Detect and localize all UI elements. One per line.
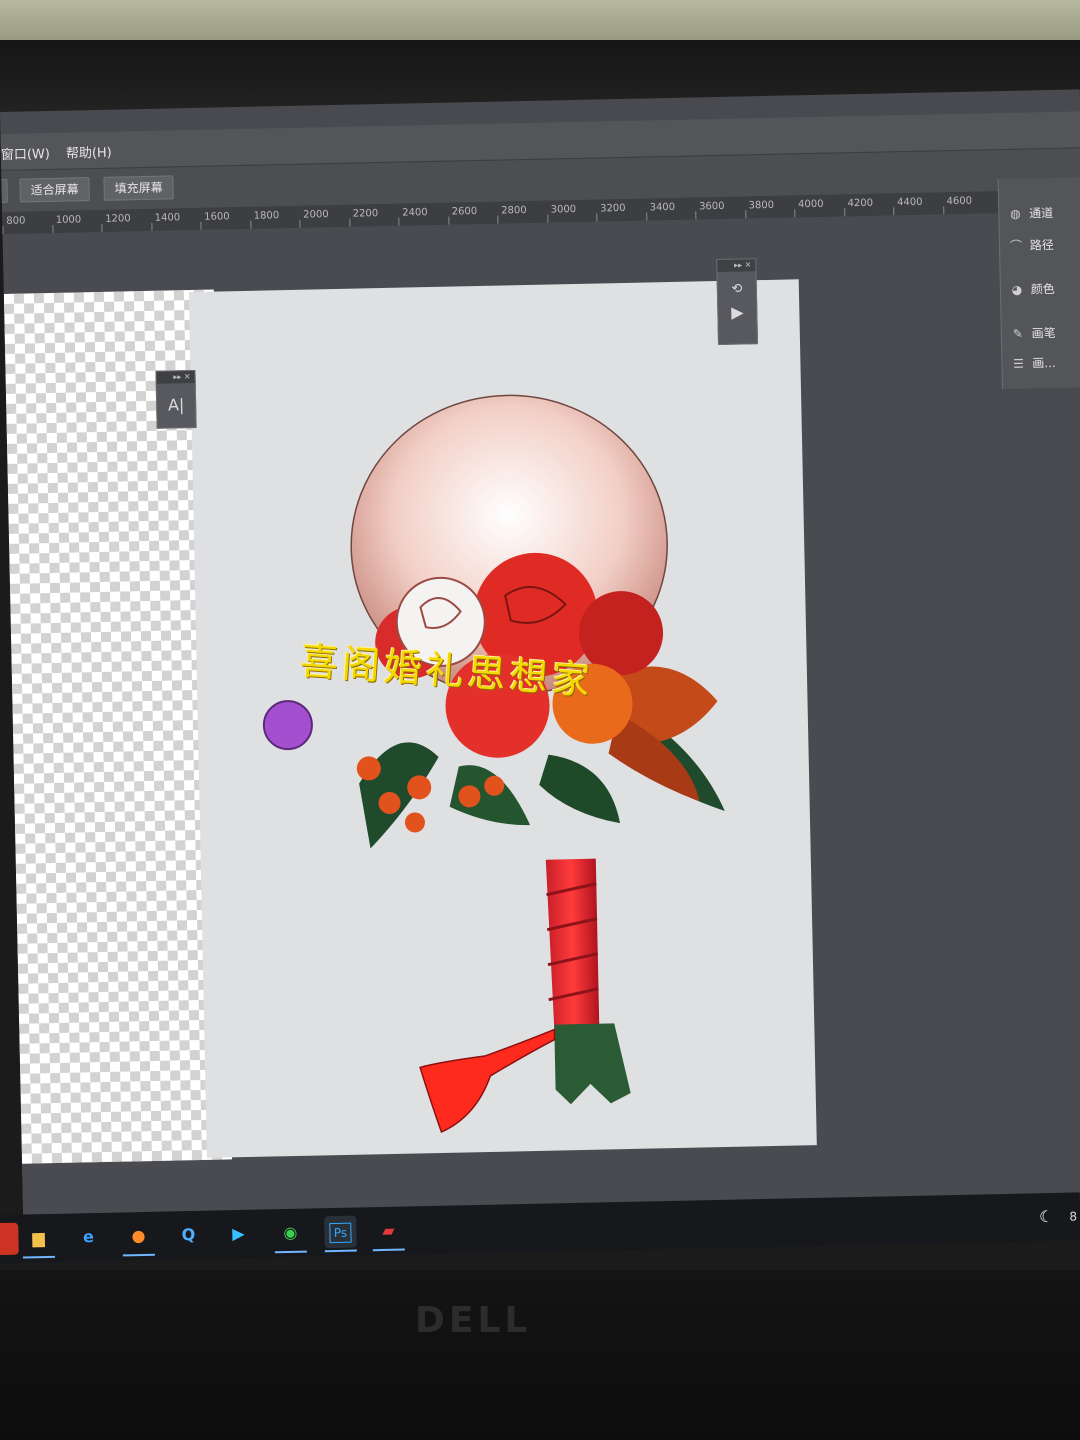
- app-icon-partial[interactable]: [0, 1222, 19, 1256]
- ruler-tick-mark: [596, 213, 598, 222]
- option-button-partial[interactable]: [0, 178, 8, 204]
- play-icon[interactable]: ▶: [718, 302, 756, 322]
- fill-screen-button[interactable]: 填充屏幕: [103, 175, 174, 201]
- search-q-icon[interactable]: Q: [172, 1219, 205, 1252]
- panel-item-brush[interactable]: ✎ 画笔: [1008, 324, 1056, 349]
- ruler-tick-mark: [546, 214, 548, 223]
- ruler-tick-mark: [150, 222, 153, 231]
- night-mode-icon[interactable]: ☾: [1036, 1201, 1057, 1233]
- ruler-tick-mark: [744, 210, 746, 219]
- red-app-icon[interactable]: ▰: [372, 1215, 405, 1252]
- text-tool-icon[interactable]: A|: [157, 395, 195, 415]
- panel-item-label: 路径: [1029, 237, 1055, 253]
- panel-item-brush-settings[interactable]: ☰ 画...: [1008, 354, 1056, 379]
- wechat-icon[interactable]: ◉: [274, 1217, 307, 1254]
- ruler-tick-mark: [398, 217, 400, 226]
- panel-item-paths[interactable]: ⌒ 路径: [1006, 236, 1054, 261]
- ruler-tick-mark: [101, 223, 103, 232]
- ruler-tick-mark: [447, 216, 449, 225]
- menu-window[interactable]: 窗口(W): [1, 143, 50, 163]
- panel-item-label: 画笔: [1031, 325, 1056, 341]
- ruler-tick-label: 1600: [204, 211, 230, 223]
- ruler-tick-label: 2600: [451, 206, 478, 218]
- ruler-tick-mark: [695, 211, 697, 220]
- ruler-tick-label: 1200: [105, 213, 131, 225]
- ruler-tick-mark: [299, 219, 301, 228]
- document-canvas[interactable]: [188, 279, 817, 1158]
- bouquet-illustration: [262, 394, 725, 1133]
- ruler-tick-label: 4600: [946, 195, 973, 208]
- ruler-tick-label: 1400: [154, 212, 181, 224]
- channels-icon: ◍: [1009, 206, 1021, 221]
- ruler-tick-label: 2200: [352, 208, 379, 220]
- ruler-tick-label: 4400: [896, 196, 923, 209]
- ruler-tick-mark: [2, 225, 4, 234]
- ruler-tick-label: 4200: [847, 197, 874, 210]
- ruler-tick-label: 4000: [798, 198, 824, 211]
- color-icon: ◕: [1011, 282, 1023, 297]
- ruler-tick-label: 3600: [699, 200, 725, 213]
- ruler-tick-mark: [942, 206, 944, 215]
- ruler-tick-label: 3000: [550, 203, 577, 216]
- monitor-logo: DELL: [415, 1300, 532, 1341]
- history-icon[interactable]: ⟲: [718, 281, 756, 297]
- ruler-tick-label: 1800: [253, 210, 280, 222]
- ruler-tick-label: 800: [6, 215, 26, 227]
- brush-settings-icon: ☰: [1012, 356, 1025, 371]
- file-explorer-icon[interactable]: ▆: [22, 1222, 55, 1259]
- panel-header: ▸▸ ✕: [156, 370, 195, 384]
- panel-header: ▸▸ ✕: [717, 259, 756, 273]
- photoshop-taskbar-icon[interactable]: Ps: [324, 1215, 357, 1253]
- paths-icon: ⌒: [1009, 238, 1023, 253]
- panel-item-label: 通道: [1029, 205, 1054, 221]
- fit-screen-button[interactable]: 适合屏幕: [19, 177, 90, 203]
- browser-orange-icon[interactable]: ●: [122, 1220, 155, 1257]
- ruler-tick-mark: [497, 215, 499, 224]
- ruler-tick-label: 3800: [748, 199, 775, 212]
- document-workspace: ▸▸ ✕ A| ▸▸ ✕ ⟲ ▶: [2, 213, 1024, 1262]
- tassel: [419, 1028, 556, 1133]
- ruler-tick-label: 2000: [303, 209, 329, 221]
- clock-fragment: 8: [1069, 1209, 1078, 1224]
- ruler-tick-mark: [843, 208, 845, 217]
- panel-item-channels[interactable]: ◍ 通道: [1005, 204, 1053, 229]
- ruler-tick-label: 3200: [600, 202, 626, 215]
- ruler-tick-mark: [51, 224, 54, 233]
- ruler-tick-mark: [348, 218, 350, 227]
- actions-panel-collapsed[interactable]: ▸▸ ✕ ⟲ ▶: [716, 258, 759, 346]
- right-docked-panel: ◍ 通道 ⌒ 路径 ◕ 颜色 ✎ 画笔 ☰ 画...: [997, 177, 1080, 390]
- ruler-tick-mark: [249, 220, 252, 229]
- edge-browser-icon[interactable]: e: [72, 1221, 105, 1254]
- ruler-tick-label: 3400: [649, 201, 676, 214]
- brush-icon: ✎: [1012, 326, 1024, 341]
- menu-help[interactable]: 帮助(H): [66, 142, 112, 162]
- video-player-icon[interactable]: ▶: [222, 1218, 255, 1251]
- character-panel-collapsed[interactable]: ▸▸ ✕ A|: [155, 369, 197, 429]
- ruler-tick-mark: [893, 207, 895, 216]
- ruler-tick-mark: [794, 209, 796, 218]
- monitor-bezel-bottom: DELL: [0, 1270, 1080, 1440]
- panel-item-label: 画...: [1032, 355, 1056, 371]
- ruler-tick-label: 1000: [55, 214, 82, 226]
- panel-item-color[interactable]: ◕ 颜色: [1007, 280, 1055, 305]
- ruler-tick-label: 2400: [402, 207, 428, 219]
- ruler-tick-label: 2800: [501, 204, 527, 217]
- panel-item-label: 颜色: [1030, 281, 1055, 297]
- ruler-tick-mark: [200, 221, 202, 230]
- ruler-tick-mark: [645, 212, 647, 221]
